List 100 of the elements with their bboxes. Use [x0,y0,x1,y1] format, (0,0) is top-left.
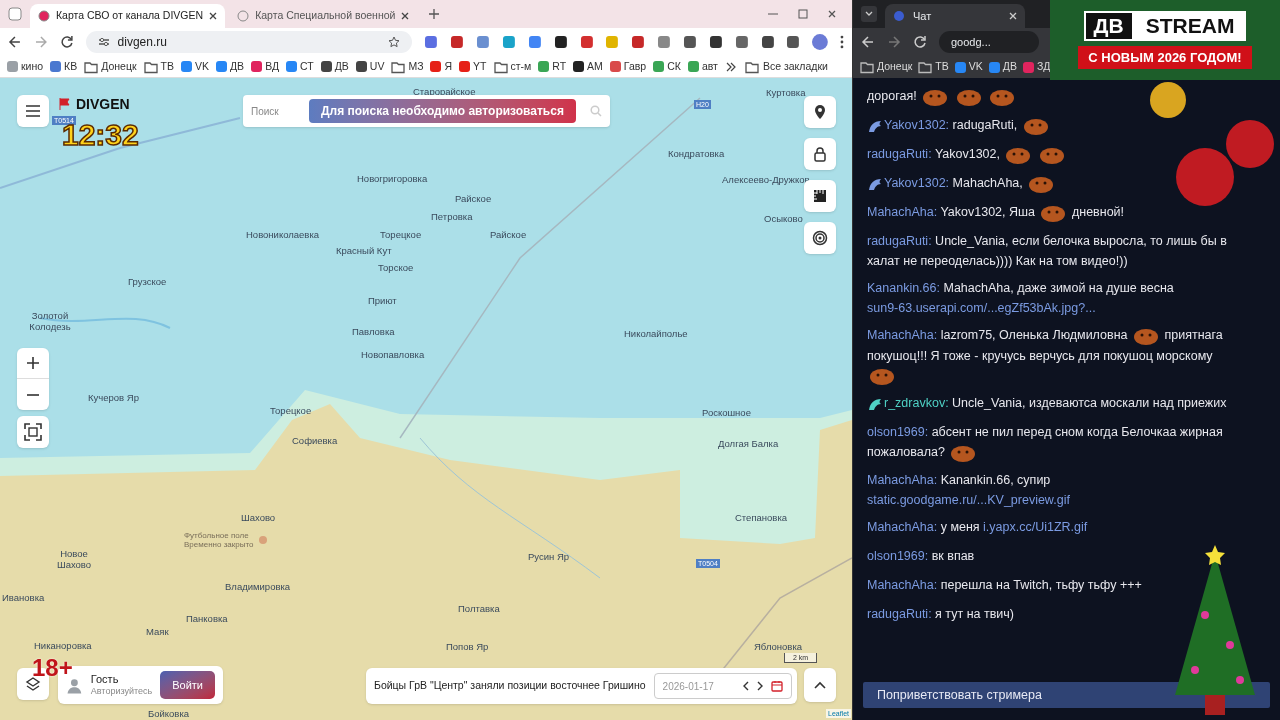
chat-message: MahachAha: Kanankin.66, супир static.goodgame.ru/...KV_preview.gif [867,472,1071,510]
folder-icon [860,60,874,74]
address-bar[interactable]: goodg... [939,31,1039,53]
place-label: Софиевка [292,435,338,446]
search-field[interactable]: Поиск Для поиска необходимо авторизоваться [243,95,610,127]
plus-icon [27,357,39,369]
browser-tab[interactable]: Карта СВО от канала DIVGEN [30,4,226,28]
star-icon[interactable] [388,36,401,48]
chat-link[interactable]: static.goodgame.ru/...KV_preview.gif [867,493,1070,508]
bookmark[interactable]: YT [456,56,490,77]
flag-logo-icon [58,97,72,111]
lock-button[interactable] [804,138,836,170]
more-bookmarks-icon[interactable] [725,61,736,72]
new-tab-icon[interactable] [429,9,440,19]
place-label: Алексеево-Дружков [722,174,810,185]
bookmark[interactable]: ТВ [915,57,952,77]
browser-tab[interactable]: Карта Специальной военной [229,4,418,28]
place-label: Торское [378,262,414,273]
place-label: Новое Шахово [55,548,93,570]
menu-icon[interactable] [840,35,845,49]
bookmark[interactable]: Гавр [606,56,650,77]
bookmark[interactable]: RT [535,56,570,77]
bookmark[interactable]: VK [178,56,212,77]
extension-icon[interactable] [760,35,775,49]
favicon-icon [38,10,50,22]
chevron-right-icon[interactable] [756,681,763,691]
extension-icon[interactable] [708,35,723,49]
bookmark[interactable]: Я [427,56,456,77]
bookmark[interactable]: UV [352,56,388,77]
bookmark[interactable]: СК [650,56,684,77]
lock-icon [812,146,828,162]
bookmark[interactable]: КВ [47,56,81,77]
layers-icon [25,676,41,692]
place-label: Яблоновка [754,641,803,652]
location-button[interactable] [804,96,836,128]
bookmark[interactable]: ДВ [213,56,248,77]
place-label: Новогригоровка [357,173,428,184]
calendar-icon[interactable] [770,680,783,692]
collapse-button[interactable] [804,668,836,702]
extension-icon[interactable] [553,35,568,49]
news-headline: Бойцы ГрВ "Центр" заняли позиции восточнее Гришино [374,678,646,694]
chat-link[interactable]: i.yapx.cc/Ui1ZR.gif [983,520,1088,535]
place-label: Новопавловка [361,349,425,360]
bookmark[interactable]: ДВ [985,57,1020,77]
reload-icon[interactable] [59,35,74,49]
folder-icon [918,60,933,74]
user-name: Гость [90,673,120,685]
bookmark[interactable]: Все закладки [740,58,832,75]
bookmark[interactable]: ст-м [490,56,535,77]
address-bar[interactable]: divgen.ru [85,31,413,53]
fullscreen-icon [24,423,42,441]
menu-button[interactable] [17,95,49,127]
target-button[interactable] [804,222,836,254]
chat-message: r_zdravkov: Uncle_Vania, издеваютса москали над приежих [867,393,1246,414]
bookmark[interactable]: АМ [570,56,606,77]
bookmark[interactable]: ДВ [317,56,352,77]
profile-avatar-icon[interactable] [812,34,829,50]
login-button[interactable]: Войти [160,671,215,699]
place-label: Никаноровка [34,640,92,651]
place-label: Кондратовка [668,148,725,159]
bookmark[interactable]: ВД [248,56,282,77]
browser-tab[interactable]: Чат [885,4,1025,28]
bookmark[interactable]: ЗД [1019,57,1054,77]
tab-title: Чат [913,8,933,24]
tab-search-icon[interactable] [8,7,22,21]
emote-icon [950,443,977,464]
place-label: Шахово [241,512,276,523]
bookmark[interactable]: Донецк [81,56,140,77]
forward-icon[interactable] [887,35,901,49]
place-label: Николайполье [624,328,688,339]
place-label: Приют [368,295,397,306]
menu-icon [26,105,40,117]
extension-icon[interactable] [683,35,697,49]
bookmark[interactable]: ТВ [140,56,177,77]
bookmark[interactable]: СТ [283,56,317,77]
bookmark[interactable]: кино [4,56,47,77]
bookmark[interactable]: авт [684,56,721,77]
chat-message: radugaRuti: Uncle_Vania, если белочка выросла, то лишь бы в халат не переоделась)))) Как на том видео!)) [867,233,1228,270]
close-icon[interactable] [209,12,218,20]
close-icon[interactable] [828,10,836,18]
bookmark[interactable]: VK [951,57,986,77]
reload-icon[interactable] [913,35,927,49]
place-label: Грузское [128,276,167,287]
place-label: Осыково [764,213,803,224]
bookmark[interactable]: МЗ [388,56,427,77]
place-label: Петровка [431,211,473,222]
place-label: Панковка [186,613,228,624]
chat-link[interactable]: sun9-63.userapi.com/...egZf53bAk.jpg?... [867,301,1096,315]
extension-icon[interactable] [786,35,801,49]
tab-list-icon[interactable] [861,6,877,22]
bookmark[interactable]: Донецк [857,57,916,77]
place-label: Степановка [735,512,788,523]
maximize-icon[interactable] [798,9,808,19]
chevron-left-icon[interactable] [742,681,749,691]
back-icon[interactable] [8,35,22,49]
close-icon[interactable] [401,12,410,20]
fullscreen-button[interactable] [17,416,49,448]
chat-message: дорогая! [867,86,1246,107]
folder-icon [493,59,508,74]
login-required-button[interactable]: Для поиска необходимо авторизоваться [309,99,576,123]
